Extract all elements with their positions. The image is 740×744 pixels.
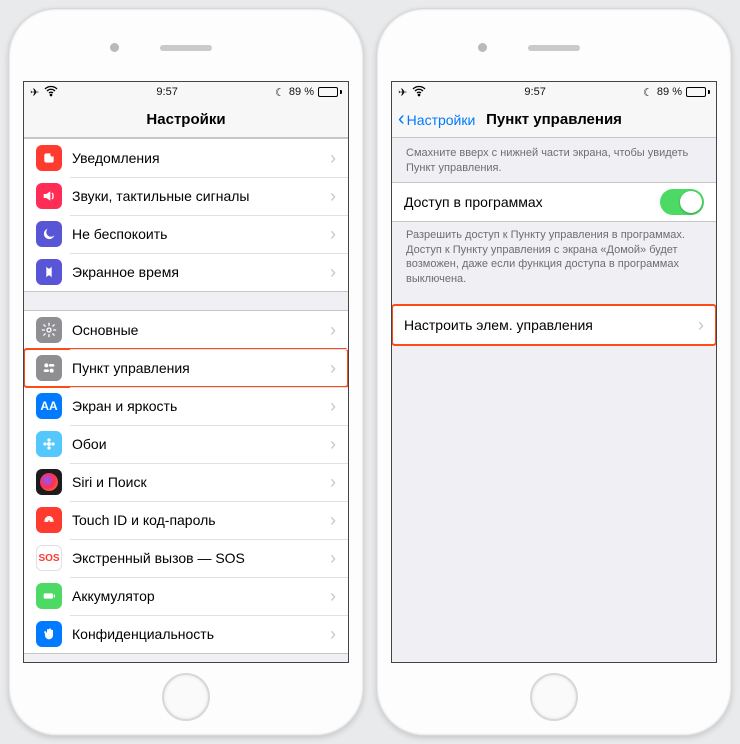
row-label: Настроить элем. управления (404, 317, 698, 333)
row-label: Обои (72, 436, 330, 452)
row-access-in-apps[interactable]: Доступ в программах (392, 183, 716, 221)
status-time: 9:57 (524, 86, 545, 98)
battery-percent: 89 % (657, 86, 682, 98)
chevron-right-icon: › (330, 358, 336, 379)
home-button[interactable] (530, 673, 578, 721)
back-button[interactable]: ‹ Настройки (398, 102, 475, 137)
chevron-right-icon: › (330, 548, 336, 569)
front-camera (110, 43, 119, 52)
siri-icon (36, 469, 62, 495)
settings-row-touchid[interactable]: Touch ID и код-пароль› (24, 501, 348, 539)
chevron-right-icon: › (330, 148, 336, 169)
sos-icon: SOS (36, 545, 62, 571)
chevron-right-icon: › (330, 624, 336, 645)
access-footer: Разрешить доступ к Пункту управления в п… (392, 222, 716, 291)
chevron-right-icon: › (330, 186, 336, 207)
control-center-settings: Смахните вверх с нижней части экрана, чт… (392, 138, 716, 662)
hint-text: Смахните вверх с нижней части экрана, чт… (392, 138, 716, 182)
switches-icon (36, 355, 62, 381)
settings-row-general[interactable]: Основные› (24, 311, 348, 349)
chevron-right-icon: › (330, 320, 336, 341)
status-bar: ✈︎ 9:57 ☾ 89 % (24, 82, 348, 102)
screen-left: ✈︎ 9:57 ☾ 89 % Настройки Уведомления›Зву… (23, 81, 349, 663)
phone-frame-left: ✈︎ 9:57 ☾ 89 % Настройки Уведомления›Зву… (8, 8, 364, 736)
speaker-grille (528, 45, 580, 51)
sounds-icon (36, 183, 62, 209)
settings-row-battery[interactable]: Аккумулятор› (24, 577, 348, 615)
row-label: Основные (72, 322, 330, 338)
row-label: Доступ в программах (404, 194, 660, 210)
notifications-icon (36, 145, 62, 171)
airplane-icon: ✈︎ (30, 86, 39, 99)
dnd-moon-icon: ☾ (643, 86, 653, 99)
settings-list[interactable]: Уведомления›Звуки, тактильные сигналы›Не… (24, 138, 348, 662)
page-title: Пункт управления (486, 111, 622, 128)
battery-icon (36, 583, 62, 609)
front-camera (478, 43, 487, 52)
row-label: Звуки, тактильные сигналы (72, 188, 330, 204)
battery-icon (686, 87, 710, 97)
hourglass-icon (36, 259, 62, 285)
row-label: Не беспокоить (72, 226, 330, 242)
chevron-right-icon: › (330, 472, 336, 493)
moon-icon (36, 221, 62, 247)
row-label: Аккумулятор (72, 588, 330, 604)
screen-right: ✈︎ 9:57 ☾ 89 % ‹ Настройки Пункт управле… (391, 81, 717, 663)
status-bar: ✈︎ 9:57 ☾ 89 % (392, 82, 716, 102)
status-time: 9:57 (156, 86, 177, 98)
gear-icon (36, 317, 62, 343)
back-label: Настройки (407, 112, 476, 128)
row-label: Siri и Поиск (72, 474, 330, 490)
chevron-right-icon: › (330, 262, 336, 283)
row-label: Экстренный вызов — SOS (72, 550, 330, 566)
speaker-grille (160, 45, 212, 51)
battery-icon (318, 87, 342, 97)
settings-row-display[interactable]: AA Экран и яркость› (24, 387, 348, 425)
chevron-right-icon: › (330, 434, 336, 455)
nav-bar: ‹ Настройки Пункт управления (392, 102, 716, 138)
home-button[interactable] (162, 673, 210, 721)
row-label: Экранное время (72, 264, 330, 280)
flower-icon (36, 431, 62, 457)
row-label: Уведомления (72, 150, 330, 166)
settings-row-notifications[interactable]: Уведомления› (24, 139, 348, 177)
page-title: Настройки (146, 111, 225, 128)
dnd-moon-icon: ☾ (275, 86, 285, 99)
chevron-right-icon: › (698, 315, 704, 336)
settings-row-sounds[interactable]: Звуки, тактильные сигналы› (24, 177, 348, 215)
settings-row-siri[interactable]: Siri и Поиск› (24, 463, 348, 501)
settings-row-wallpaper[interactable]: Обои› (24, 425, 348, 463)
text-size-icon: AA (36, 393, 62, 419)
hand-icon (36, 621, 62, 647)
chevron-right-icon: › (330, 224, 336, 245)
airplane-icon: ✈︎ (398, 86, 407, 99)
row-label: Пункт управления (72, 360, 330, 376)
highlight-customize: Настроить элем. управления › (392, 305, 716, 345)
chevron-right-icon: › (330, 510, 336, 531)
toggle-access[interactable] (660, 189, 704, 215)
row-customize-controls[interactable]: Настроить элем. управления › (392, 306, 716, 344)
settings-row-screentime[interactable]: Экранное время› (24, 253, 348, 291)
phone-frame-right: ✈︎ 9:57 ☾ 89 % ‹ Настройки Пункт управле… (376, 8, 732, 736)
settings-row-dnd[interactable]: Не беспокоить› (24, 215, 348, 253)
row-label: Конфиденциальность (72, 626, 330, 642)
settings-row-privacy[interactable]: Конфиденциальность› (24, 615, 348, 653)
settings-row-control-center[interactable]: Пункт управления› (24, 349, 348, 387)
battery-percent: 89 % (289, 86, 314, 98)
chevron-right-icon: › (330, 586, 336, 607)
wifi-icon (43, 83, 59, 102)
row-label: Экран и яркость (72, 398, 330, 414)
fingerprint-icon (36, 507, 62, 533)
chevron-left-icon: ‹ (398, 109, 405, 129)
chevron-right-icon: › (330, 396, 336, 417)
settings-row-sos[interactable]: SOS Экстренный вызов — SOS› (24, 539, 348, 577)
row-label: Touch ID и код-пароль (72, 512, 330, 528)
nav-bar: Настройки (24, 102, 348, 138)
wifi-icon (411, 83, 427, 102)
